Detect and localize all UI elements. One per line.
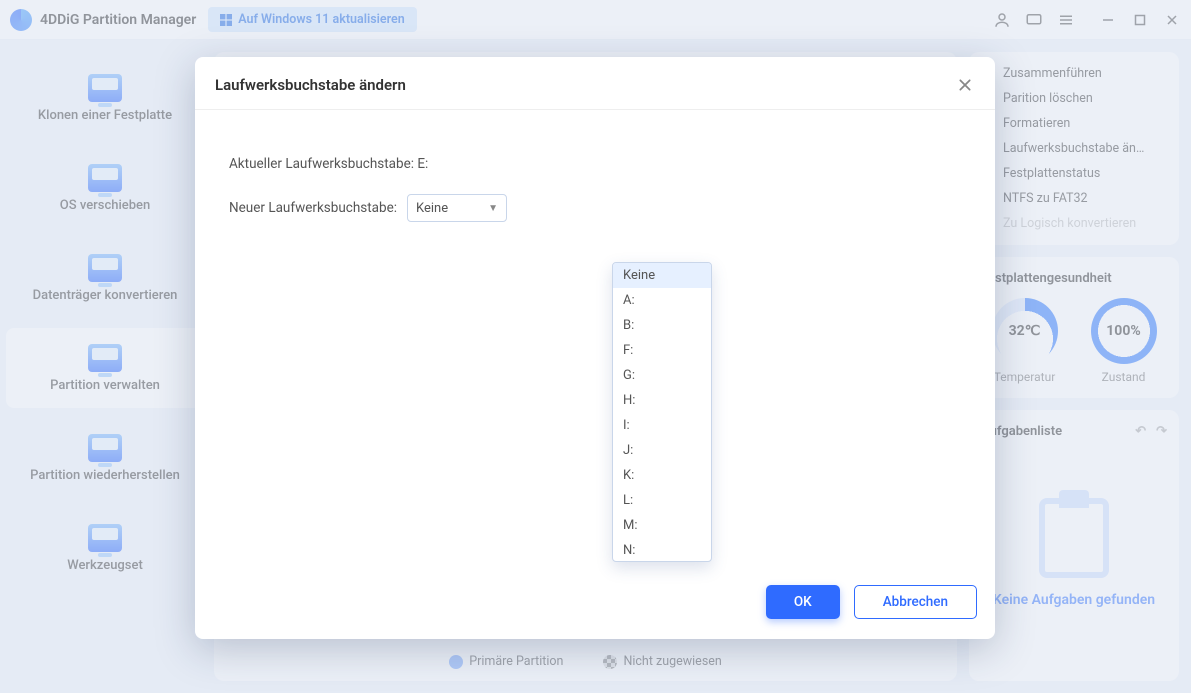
drive-letter-dropdown[interactable]: KeineA:B:F:G:H:I:J:K:L:M:N: (612, 262, 712, 562)
drive-letter-option[interactable]: A: (613, 288, 711, 313)
drive-letter-option[interactable]: N: (613, 538, 711, 562)
drive-letter-option[interactable]: K: (613, 463, 711, 488)
cancel-button[interactable]: Abbrechen (854, 585, 977, 619)
drive-letter-option[interactable]: J: (613, 438, 711, 463)
chevron-down-icon: ▼ (488, 203, 498, 214)
drive-letter-option[interactable]: F: (613, 338, 711, 363)
drive-letter-option[interactable]: Keine (613, 263, 711, 288)
modal-title: Laufwerksbuchstabe ändern (215, 76, 406, 94)
drive-letter-option[interactable]: M: (613, 513, 711, 538)
drive-letter-option[interactable]: B: (613, 313, 711, 338)
drive-letter-option[interactable]: G: (613, 363, 711, 388)
drive-letter-option[interactable]: H: (613, 388, 711, 413)
drive-letter-select[interactable]: Keine ▼ (407, 194, 507, 222)
new-drive-letter-label: Neuer Laufwerksbuchstabe: (229, 200, 399, 216)
close-icon[interactable] (955, 75, 975, 95)
select-value: Keine (416, 201, 448, 216)
drive-letter-option[interactable]: L: (613, 488, 711, 513)
drive-letter-option[interactable]: I: (613, 413, 711, 438)
ok-button[interactable]: OK (766, 585, 840, 619)
change-drive-letter-modal: Laufwerksbuchstabe ändern Aktueller Lauf… (195, 57, 995, 639)
current-drive-letter-label: Aktueller Laufwerksbuchstabe: E: (229, 156, 428, 172)
